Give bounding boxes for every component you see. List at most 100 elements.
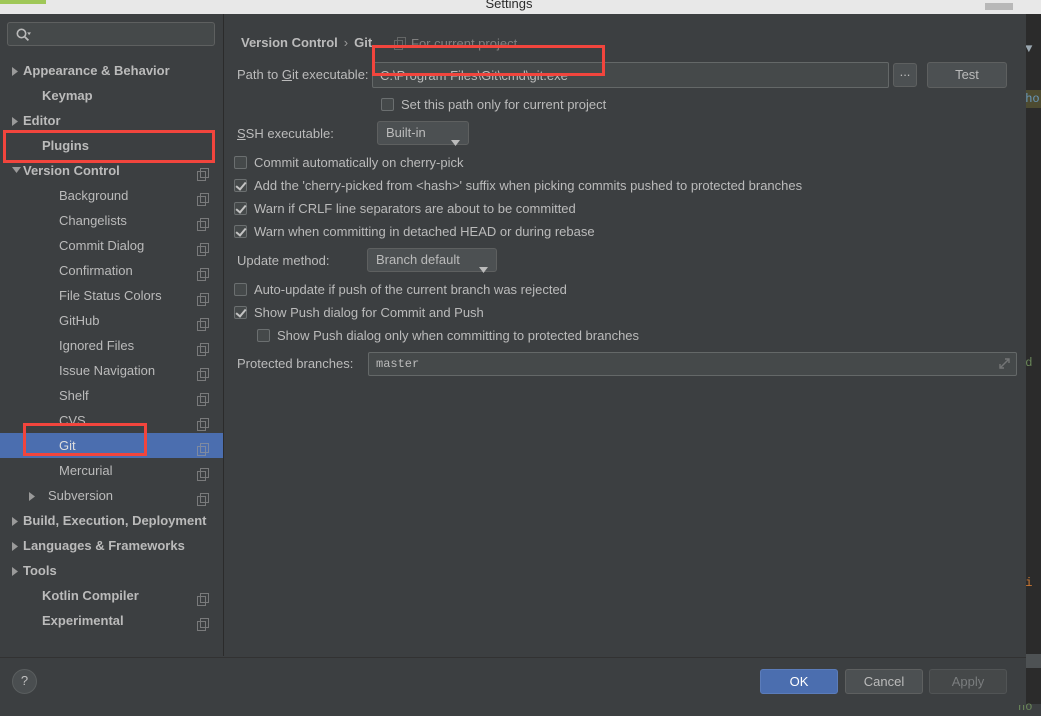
copy-settings-icon[interactable] [197, 289, 210, 306]
sidebar-item-kotlin-compiler[interactable]: Kotlin Compiler [0, 583, 223, 608]
git-path-input[interactable] [372, 62, 889, 88]
sidebar-item-shelf[interactable]: Shelf [0, 383, 223, 408]
chevron-right-icon[interactable] [9, 58, 23, 83]
copy-settings-icon[interactable] [197, 164, 210, 181]
commit-auto-cherry-pick-checkbox[interactable] [234, 156, 247, 169]
sidebar-item-version-control[interactable]: Version Control [0, 158, 223, 183]
breadcrumb-leaf: Git [354, 35, 373, 50]
checkbox-label: Warn if CRLF line separators are about t… [254, 201, 576, 216]
settings-tree: Appearance & Behavior Keymap Editor Plugins… [0, 58, 223, 633]
copy-settings-icon[interactable] [197, 364, 210, 381]
copy-settings-icon[interactable] [197, 389, 210, 406]
sidebar-item-label: Mercurial [59, 463, 113, 478]
protected-branches-input[interactable] [368, 352, 1017, 376]
test-button[interactable]: Test [927, 62, 1007, 88]
copy-settings-icon[interactable] [197, 339, 210, 356]
ssh-label-post: SH executable: [245, 126, 334, 141]
chevron-right-icon[interactable] [9, 108, 23, 133]
settings-sidebar: Appearance & Behavior Keymap Editor Plugins… [0, 14, 224, 656]
help-button[interactable]: ? [12, 669, 37, 694]
sidebar-item-label: Keymap [42, 88, 93, 103]
chevron-down-icon [451, 131, 460, 153]
sidebar-item-subversion[interactable]: Subversion [0, 483, 223, 508]
warn-detached-head-checkbox[interactable] [234, 225, 247, 238]
copy-settings-icon[interactable] [197, 239, 210, 256]
cherry-picked-suffix-checkbox[interactable] [234, 179, 247, 192]
chevron-down-icon[interactable] [9, 158, 23, 183]
chevron-right-icon[interactable] [9, 558, 23, 583]
sidebar-item-keymap[interactable]: Keymap [0, 83, 223, 108]
sidebar-item-tools[interactable]: Tools [0, 558, 223, 583]
set-path-only-label: Set this path only for current project [401, 97, 607, 112]
chevron-right-icon[interactable] [9, 533, 23, 558]
copy-settings-icon[interactable] [197, 439, 210, 456]
auto-update-push-rejected-checkbox[interactable] [234, 283, 247, 296]
sidebar-item-label: Git [59, 438, 76, 453]
sidebar-item-label: Shelf [59, 388, 89, 403]
show-push-dialog-protected-checkbox[interactable] [257, 329, 270, 342]
sidebar-item-label: Background [59, 188, 129, 203]
sidebar-item-editor[interactable]: Editor [0, 108, 223, 133]
sidebar-item-label: Confirmation [59, 263, 133, 278]
search-box[interactable] [7, 22, 215, 47]
sidebar-item-label: Experimental [42, 613, 124, 628]
sidebar-item-cvs[interactable]: CVS [0, 408, 223, 433]
sidebar-item-issue-navigation[interactable]: Issue Navigation [0, 358, 223, 383]
sidebar-item-label: File Status Colors [59, 288, 162, 303]
search-icon [15, 27, 31, 43]
sidebar-item-label: Tools [23, 563, 57, 578]
cancel-button[interactable]: Cancel [845, 669, 923, 694]
apply-button[interactable]: Apply [929, 669, 1007, 694]
update-method-select[interactable]: Branch default [367, 248, 497, 273]
warn-crlf-checkbox[interactable] [234, 202, 247, 215]
checkbox-label: Auto-update if push of the current branc… [254, 282, 567, 297]
ssh-executable-label: SSH executable: [237, 126, 334, 141]
sidebar-item-changelists[interactable]: Changelists [0, 208, 223, 233]
for-current-project-label: For current project [411, 36, 518, 51]
copy-settings-icon[interactable] [197, 189, 210, 206]
sidebar-item-label: Ignored Files [59, 338, 135, 353]
copy-settings-icon[interactable] [197, 614, 210, 631]
dialog-footer: ? OK Cancel Apply [0, 657, 1026, 705]
window-controls[interactable] [985, 3, 1013, 10]
browse-button[interactable]: ... [893, 63, 917, 87]
sidebar-item-experimental[interactable]: Experimental [0, 608, 223, 633]
breadcrumb-root[interactable]: Version Control [241, 35, 338, 50]
sidebar-item-github[interactable]: GitHub [0, 308, 223, 333]
ssh-executable-value: Built-in [386, 125, 426, 140]
chevron-down-icon [479, 258, 488, 280]
sidebar-item-languages-frameworks[interactable]: Languages & Frameworks [0, 533, 223, 558]
ssh-executable-select[interactable]: Built-in [377, 121, 469, 146]
sidebar-item-file-status-colors[interactable]: File Status Colors [0, 283, 223, 308]
window-titlebar: Settings [0, 0, 1041, 14]
copy-settings-icon[interactable] [197, 464, 210, 481]
copy-settings-icon[interactable] [197, 214, 210, 231]
sidebar-item-appearance-behavior[interactable]: Appearance & Behavior [0, 58, 223, 83]
sidebar-item-confirmation[interactable]: Confirmation [0, 258, 223, 283]
chevron-right-icon[interactable] [26, 483, 40, 508]
copy-settings-icon[interactable] [197, 489, 210, 506]
breadcrumb-separator: › [343, 35, 349, 50]
copy-settings-icon[interactable] [197, 414, 210, 431]
sidebar-item-label: Kotlin Compiler [42, 588, 139, 603]
checkbox-label: Show Push dialog only when committing to… [277, 328, 640, 343]
search-input[interactable] [36, 23, 210, 47]
show-push-dialog-checkbox[interactable] [234, 306, 247, 319]
set-path-only-checkbox[interactable] [381, 98, 394, 111]
copy-settings-icon[interactable] [197, 314, 210, 331]
sidebar-item-background[interactable]: Background [0, 183, 223, 208]
sidebar-item-build-execution-deployment[interactable]: Build, Execution, Deployment [0, 508, 223, 533]
sidebar-item-commit-dialog[interactable]: Commit Dialog [0, 233, 223, 258]
expand-icon[interactable] [998, 357, 1011, 370]
ok-button[interactable]: OK [760, 669, 838, 694]
sidebar-item-ignored-files[interactable]: Ignored Files [0, 333, 223, 358]
copy-settings-icon[interactable] [197, 589, 210, 606]
sidebar-item-git[interactable]: Git [0, 433, 223, 458]
protected-branches-label: Protected branches: [237, 356, 354, 371]
git-path-label: Path to Git executable: [237, 67, 369, 82]
sidebar-item-label: CVS [59, 413, 86, 428]
chevron-right-icon[interactable] [9, 508, 23, 533]
sidebar-item-plugins[interactable]: Plugins [0, 133, 223, 158]
copy-settings-icon[interactable] [197, 264, 210, 281]
sidebar-item-mercurial[interactable]: Mercurial [0, 458, 223, 483]
